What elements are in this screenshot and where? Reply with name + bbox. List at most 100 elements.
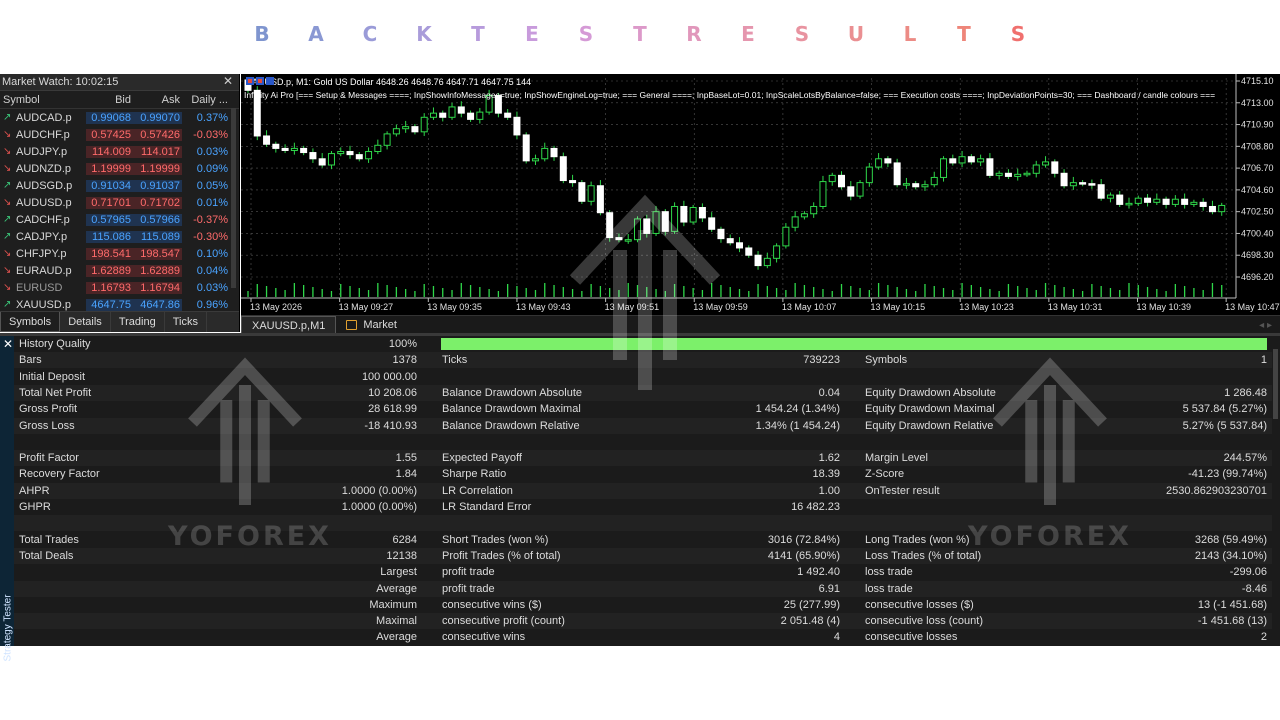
candle-bull — [383, 133, 391, 146]
candle-bull — [828, 174, 836, 183]
report-row: Maximum consecutive wins ($) 25 (277.99) co… — [14, 597, 1272, 613]
tab-chart-xauusd[interactable]: XAUUSD.p,M1 — [241, 315, 337, 335]
time-label: 13 May 09:51 — [605, 302, 660, 312]
chart-type-icons — [246, 77, 274, 85]
history-quality-bar — [441, 338, 1267, 350]
candle-bull — [1190, 201, 1198, 205]
column-header-daily[interactable]: Daily ... — [182, 94, 230, 106]
metric-label: GHPR — [19, 501, 51, 513]
bid-value: 0.57965 — [86, 213, 133, 226]
tab-details[interactable]: Details — [60, 312, 111, 332]
symbol-cell: ↗ AUDCAD.p — [0, 112, 86, 124]
candlestick-chart[interactable]: 4715.10 4713.00 4710.90 4708.80 4706.70 4704.… — [241, 74, 1280, 315]
symbol-name: AUDCAD.p — [16, 111, 72, 124]
tab-scroll-arrows-icon[interactable]: ◂ ▸ — [1259, 320, 1280, 331]
metric-value: Largest — [380, 566, 417, 579]
banner-letter: E — [741, 22, 755, 46]
candle-bear — [439, 112, 447, 118]
candle-bull — [810, 205, 818, 215]
symbol-cell: ↗ CADJPY.p — [0, 231, 86, 243]
market-watch-tabs: Symbols Details Trading Ticks — [0, 311, 239, 332]
market-watch-row[interactable]: ↘ CHFJPY.p 198.541 198.547 0.10% — [0, 245, 239, 262]
market-watch-row[interactable]: ↗ CADCHF.p 0.57965 0.57966 -0.37% — [0, 211, 239, 228]
daily-change-value: 0.10% — [196, 247, 228, 260]
report-row: Maximal consecutive profit (count) 2 051.4… — [14, 613, 1272, 630]
candle-bull — [587, 185, 595, 202]
report-row: Average profit trade 6.91 loss trade -8.46 — [14, 580, 1272, 597]
candle-bear — [680, 205, 688, 223]
column-header-bid[interactable]: Bid — [86, 94, 133, 106]
report-row: AHPR 1.0000 (0.00%) LR Correlation 1.00 OnTe… — [14, 482, 1272, 499]
tab-ticks[interactable]: Ticks — [165, 312, 207, 332]
metric-label: Profit Trades (% of total) — [442, 549, 561, 562]
metric-label: Total Net Profit — [19, 386, 92, 399]
metric-label: Loss Trades (% of total) — [865, 549, 982, 562]
market-watch-row[interactable]: ↘ EURAUD.p 1.62889 1.62889 0.04% — [0, 262, 239, 279]
symbol-cell: ↗ AUDSGD.p — [0, 180, 86, 192]
column-header-ask[interactable]: Ask — [133, 94, 182, 106]
market-watch-row[interactable]: ↗ AUDSGD.p 0.91034 0.91037 0.05% — [0, 177, 239, 194]
price-label: 4700.40 — [1241, 228, 1274, 238]
candle-bull — [671, 205, 679, 232]
symbol-cell: ↘ AUDUSD.p — [0, 197, 86, 209]
tab-trading[interactable]: Trading — [111, 312, 165, 332]
metric-label: Balance Drawdown Maximal — [442, 403, 581, 416]
metric-label: Bars — [19, 354, 42, 367]
daily-change-value: -0.30% — [193, 230, 228, 243]
column-header-symbol[interactable]: Symbol — [0, 94, 86, 106]
market-watch-row[interactable]: ↘ AUDCHF.p 0.57425 0.57426 -0.03% — [0, 126, 239, 143]
close-icon[interactable]: ✕ — [3, 337, 13, 351]
market-watch-titlebar: Market Watch: 10:02:15 ✕ — [0, 74, 239, 91]
symbol-cell: ↘ EURUSD — [0, 282, 86, 294]
market-watch-row[interactable]: ↘ AUDNZD.p 1.19999 1.19999 0.09% — [0, 160, 239, 177]
daily-change-value: 0.04% — [196, 264, 228, 277]
time-label: 13 May 10:15 — [871, 302, 926, 312]
candle-bear — [1162, 198, 1170, 205]
candle-bear — [661, 211, 669, 232]
market-watch-row[interactable]: ↘ AUDUSD.p 0.71701 0.71702 0.01% — [0, 194, 239, 211]
tab-market[interactable]: Market — [336, 316, 407, 334]
ask-value: 0.71702 — [133, 196, 182, 209]
daily-change-value: 0.96% — [196, 298, 228, 311]
candle-bull — [448, 106, 456, 118]
candle-bear — [1088, 183, 1096, 186]
market-watch-row[interactable]: ↗ AUDCAD.p 0.99068 0.99070 0.37% — [0, 109, 239, 126]
candle-bull — [940, 158, 948, 178]
candle-bull — [930, 176, 938, 186]
candle-bear — [736, 242, 743, 249]
metric-value: 0.04 — [818, 386, 840, 399]
report-row: Bars 1378 Ticks 739223 Symbols 1 — [14, 352, 1272, 369]
close-icon[interactable]: ✕ — [223, 74, 233, 88]
candle-bear — [606, 212, 614, 239]
symbol-name: EURUSD — [16, 281, 63, 294]
trend-down-icon: ↘ — [3, 248, 12, 259]
candle-bear — [967, 156, 975, 163]
symbol-cell: ↘ AUDJPY.p — [0, 146, 86, 158]
daily-change-value: 0.05% — [196, 179, 228, 192]
symbol-name: XAUUSD.p — [16, 298, 72, 311]
price-chart[interactable]: 4715.10 4713.00 4710.90 4708.80 4706.70 4704.… — [241, 74, 1280, 315]
trend-up-icon: ↗ — [3, 214, 12, 225]
metric-label: Gross Loss — [19, 419, 75, 432]
metric-label: Long Trades (won %) — [865, 533, 970, 546]
candle-bull — [1153, 198, 1161, 203]
candle-bull — [429, 112, 437, 118]
candle-bear — [745, 247, 753, 256]
report-row — [14, 434, 1272, 450]
market-watch-row[interactable]: ↘ AUDJPY.p 114.009 114.017 0.03% — [0, 143, 239, 160]
backtest-results-banner: BACKTESTRESULTS — [0, 0, 1280, 74]
metric-label: loss trade — [865, 566, 913, 579]
tab-symbols[interactable]: Symbols — [0, 312, 61, 332]
metric-value: 3268 (59.49%) — [1194, 533, 1267, 546]
market-watch-row[interactable]: ↘ EURUSD 1.16793 1.16794 0.03% — [0, 279, 239, 296]
report-scrollbar[interactable] — [1273, 349, 1278, 419]
ask-value: 0.57426 — [133, 128, 182, 141]
trend-down-icon: ↘ — [3, 129, 12, 140]
trend-up-icon: ↗ — [3, 231, 12, 242]
trend-down-icon: ↘ — [3, 197, 12, 208]
time-label: 13 May 10:39 — [1137, 302, 1192, 312]
bid-value: 0.91034 — [86, 179, 133, 192]
market-watch-scrollbar[interactable] — [231, 108, 236, 288]
candle-bull — [1014, 173, 1022, 177]
market-watch-row[interactable]: ↗ CADJPY.p 115.086 115.089 -0.30% — [0, 228, 239, 245]
